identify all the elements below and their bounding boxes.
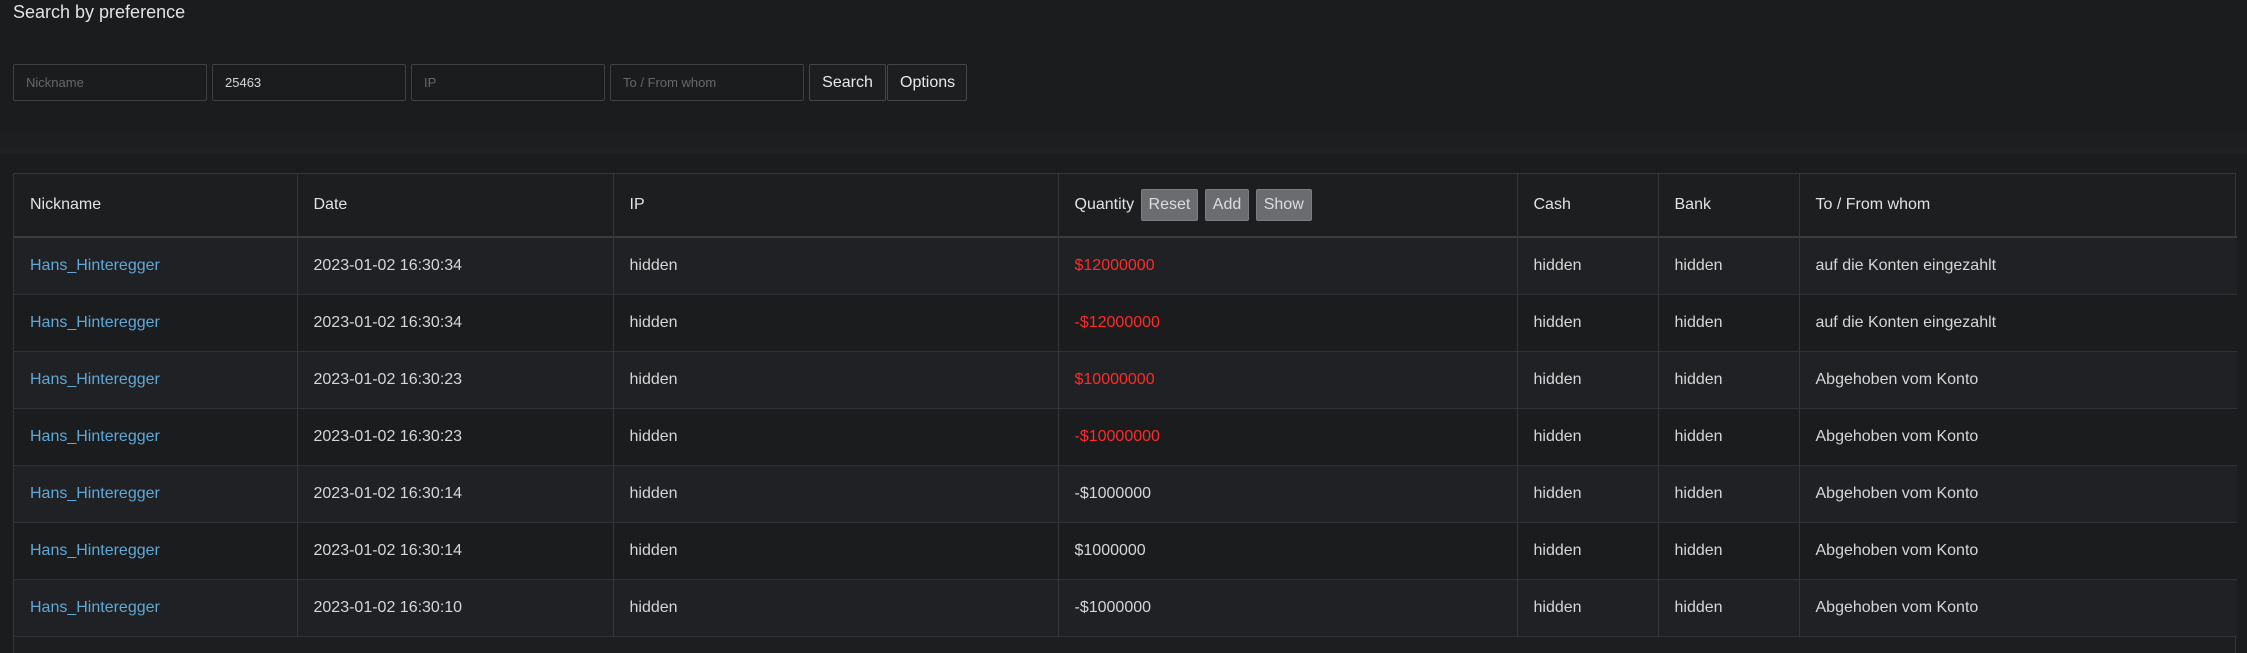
table-row: Hans_Hinteregger 2023-01-02 16:30:34 hid…: [14, 237, 2237, 294]
bank-cell: hidden: [1658, 237, 1800, 294]
ip-cell: hidden: [613, 294, 1059, 351]
table-row: Hans_Hinteregger 2023-01-02 16:30:14 hid…: [14, 465, 2237, 522]
id-input[interactable]: [212, 64, 406, 101]
cash-cell: hidden: [1517, 465, 1659, 522]
cash-cell: hidden: [1517, 237, 1659, 294]
cash-cell: hidden: [1517, 408, 1659, 465]
quantity-cell: -$12000000: [1058, 294, 1518, 351]
bank-cell: hidden: [1658, 294, 1800, 351]
separator-band: [0, 124, 2247, 154]
bank-cell: hidden: [1658, 465, 1800, 522]
bank-cell: hidden: [1658, 579, 1800, 636]
date-cell: 2023-01-02 16:30:34: [297, 294, 614, 351]
reset-button[interactable]: Reset: [1140, 189, 1199, 221]
to-from-cell: Abgehoben vom Konto: [1815, 370, 1979, 388]
to-from-cell: Abgehoben vom Konto: [1815, 598, 1979, 616]
nickname-link[interactable]: Hans_Hinteregger: [14, 294, 298, 351]
cash-cell: hidden: [1517, 579, 1659, 636]
column-header-to-from: To / From whom: [1799, 174, 2237, 238]
quantity-header-label: Quantity: [1074, 196, 1135, 214]
to-from-cell: Abgehoben vom Konto: [1815, 427, 1979, 445]
bank-cell: hidden: [1658, 408, 1800, 465]
column-header-nickname: Nickname: [14, 174, 298, 238]
quantity-cell: -$1000000: [1058, 579, 1518, 636]
to-from-input[interactable]: [610, 64, 804, 101]
column-header-cash: Cash: [1517, 174, 1659, 238]
date-cell: 2023-01-02 16:30:10: [297, 579, 614, 636]
ip-cell: hidden: [613, 237, 1059, 294]
column-header-date: Date: [297, 174, 614, 238]
column-header-quantity: Quantity Reset Add Show: [1058, 174, 1518, 238]
date-cell: 2023-01-02 16:30:23: [297, 351, 614, 408]
nickname-link[interactable]: Hans_Hinteregger: [14, 522, 298, 579]
to-from-cell: Abgehoben vom Konto: [1815, 541, 1979, 559]
cash-cell: hidden: [1517, 294, 1659, 351]
quantity-cell: -$10000000: [1058, 408, 1518, 465]
to-from-cell: Abgehoben vom Konto: [1815, 484, 1979, 502]
search-button[interactable]: Search: [809, 64, 886, 101]
table-header-row: Nickname Date IP Quantity Reset Add Show…: [14, 174, 2237, 238]
transactions-table: Nickname Date IP Quantity Reset Add Show…: [13, 173, 2237, 653]
ip-cell: hidden: [613, 465, 1059, 522]
filter-bar: Search Options: [13, 64, 967, 101]
date-cell: 2023-01-02 16:30:14: [297, 465, 614, 522]
nickname-link[interactable]: Hans_Hinteregger: [14, 579, 298, 636]
table-row: Hans_Hinteregger 2023-01-02 16:30:23 hid…: [14, 408, 2237, 465]
page-title: Search by preference: [13, 2, 186, 22]
bank-cell: hidden: [1658, 351, 1800, 408]
bank-cell: hidden: [1658, 522, 1800, 579]
date-cell: 2023-01-02 16:30:14: [297, 522, 614, 579]
quantity-cell: $12000000: [1058, 237, 1518, 294]
quantity-cell: $1000000: [1058, 522, 1518, 579]
table-row: Hans_Hinteregger 2023-01-02 16:30:10 hid…: [14, 579, 2237, 636]
ip-input[interactable]: [411, 64, 605, 101]
to-from-cell: auf die Konten eingezahlt: [1815, 256, 1997, 274]
table-row: Hans_Hinteregger 2023-01-02 16:30:14 hid…: [14, 522, 2237, 579]
column-header-ip: IP: [613, 174, 1059, 238]
column-header-bank: Bank: [1658, 174, 1800, 238]
options-button[interactable]: Options: [887, 64, 967, 101]
ip-cell: hidden: [613, 351, 1059, 408]
quantity-cell: -$1000000: [1058, 465, 1518, 522]
table-row: Hans_Hinteregger 2023-01-02 16:30:23 hid…: [14, 351, 2237, 408]
nickname-input[interactable]: [13, 64, 207, 101]
to-from-cell: auf die Konten eingezahlt: [1815, 313, 1997, 331]
ip-cell: hidden: [613, 579, 1059, 636]
cash-cell: hidden: [1517, 522, 1659, 579]
cash-cell: hidden: [1517, 351, 1659, 408]
nickname-link[interactable]: Hans_Hinteregger: [14, 237, 298, 294]
quantity-cell: $10000000: [1058, 351, 1518, 408]
date-cell: 2023-01-02 16:30:23: [297, 408, 614, 465]
show-button[interactable]: Show: [1255, 189, 1312, 221]
nickname-link[interactable]: Hans_Hinteregger: [14, 465, 298, 522]
ip-cell: hidden: [613, 522, 1059, 579]
ip-cell: hidden: [613, 408, 1059, 465]
table-row: Hans_Hinteregger 2023-01-02 16:30:34 hid…: [14, 294, 2237, 351]
nickname-link[interactable]: Hans_Hinteregger: [14, 351, 298, 408]
add-button[interactable]: Add: [1204, 189, 1250, 221]
nickname-link[interactable]: Hans_Hinteregger: [14, 408, 298, 465]
date-cell: 2023-01-02 16:30:34: [297, 237, 614, 294]
